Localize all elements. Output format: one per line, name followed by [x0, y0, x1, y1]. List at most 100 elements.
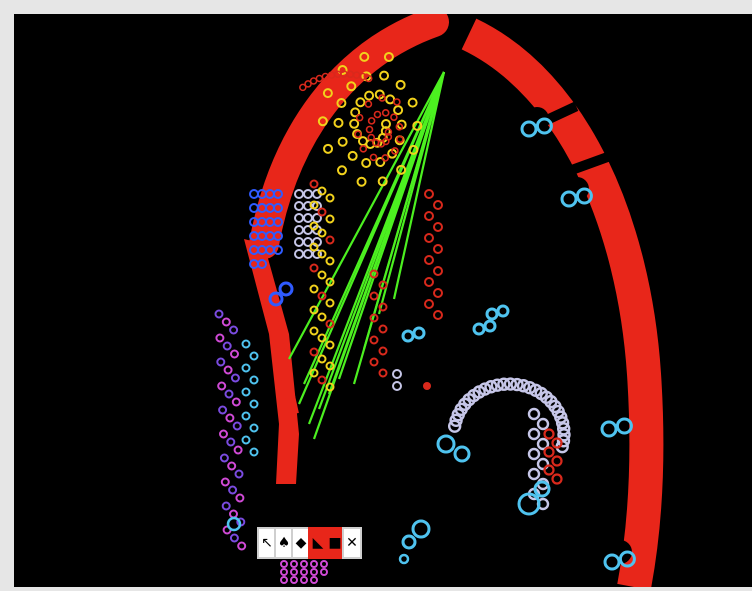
node-token	[433, 288, 443, 298]
network-visualization-canvas[interactable]	[14, 14, 752, 587]
node-token	[310, 560, 318, 568]
node-token	[365, 125, 374, 134]
cursor-icon: ↖	[261, 535, 273, 551]
node-token	[436, 434, 456, 454]
node-token	[220, 477, 230, 487]
node-token	[221, 501, 231, 511]
node-token	[310, 568, 318, 576]
node-token	[216, 357, 226, 367]
node-token	[317, 270, 327, 280]
node-token	[356, 176, 367, 187]
node-token	[280, 560, 288, 568]
node-token	[317, 312, 327, 322]
node-token	[223, 365, 233, 375]
node-token	[373, 110, 382, 119]
node-token	[433, 244, 443, 254]
half-square-icon: ◣	[312, 535, 324, 551]
node-token	[219, 429, 228, 439]
node-token	[221, 317, 231, 327]
node-token	[401, 329, 415, 343]
node-token	[393, 105, 404, 116]
node-token	[433, 310, 443, 320]
node-token	[355, 113, 364, 122]
node-token	[551, 455, 563, 467]
outer-ring-arc	[249, 14, 449, 259]
node-token	[527, 427, 541, 441]
node-token	[424, 189, 434, 199]
node-token	[379, 70, 390, 81]
node-token	[357, 136, 368, 147]
node-token	[527, 467, 541, 481]
node-token	[337, 136, 348, 147]
node-token	[378, 346, 388, 356]
node-token	[233, 445, 243, 455]
node-token	[453, 445, 471, 463]
node-token	[424, 255, 434, 265]
node-token	[392, 381, 402, 391]
node-token	[290, 576, 298, 584]
node-token	[249, 447, 259, 457]
node-token	[433, 266, 443, 276]
node-token	[215, 333, 225, 343]
node-token	[543, 464, 555, 476]
node-token	[309, 347, 319, 357]
node-token	[336, 165, 347, 176]
node-token	[294, 237, 304, 247]
node-token	[325, 256, 335, 266]
node-token	[309, 263, 319, 273]
node-token	[378, 368, 388, 378]
node-token	[237, 541, 247, 551]
node-token	[355, 97, 366, 108]
node-token	[411, 519, 431, 539]
node-token	[294, 225, 304, 235]
node-token	[303, 189, 313, 199]
node-token	[369, 335, 379, 345]
node-token	[407, 97, 418, 108]
node-token	[228, 485, 238, 495]
node-token	[309, 284, 319, 294]
node-token	[381, 109, 390, 117]
node-token	[227, 461, 237, 471]
node-token	[424, 233, 434, 243]
diamond-icon: ◆	[295, 535, 307, 551]
node-token	[390, 113, 398, 121]
node-token	[364, 100, 373, 108]
node-token	[325, 340, 335, 350]
node-token	[483, 319, 497, 333]
node-token	[398, 553, 410, 565]
node-token	[224, 389, 234, 399]
node-token	[325, 214, 335, 224]
close-tool-button[interactable]: ✕	[342, 527, 362, 559]
node-token	[396, 135, 404, 144]
node-token	[218, 405, 228, 415]
node-token	[433, 200, 443, 210]
node-token	[294, 189, 304, 199]
node-token	[333, 117, 344, 128]
node-token	[424, 299, 434, 309]
square-icon: ■	[328, 535, 342, 551]
node-token	[234, 469, 244, 479]
node-token	[222, 341, 232, 351]
node-token	[214, 309, 224, 319]
node-token	[303, 249, 313, 259]
node-token	[369, 357, 379, 367]
node-token	[385, 94, 396, 105]
visualization-display: ↖ ♠ ◆ ◣ ■ ✕	[14, 14, 752, 587]
node-token	[543, 428, 555, 440]
node-token	[229, 325, 239, 335]
node-token	[325, 193, 335, 203]
node-token	[230, 349, 239, 359]
node-token	[392, 369, 402, 379]
node-token	[300, 576, 308, 584]
node-token	[320, 568, 328, 576]
node-token	[249, 189, 259, 199]
node-token	[317, 375, 327, 385]
node-token	[294, 213, 304, 223]
node-token	[551, 473, 563, 485]
node-token	[241, 363, 251, 373]
node-token	[325, 298, 335, 308]
pick-icon: ♠	[277, 535, 291, 551]
node-token	[310, 576, 318, 584]
node-token	[424, 277, 434, 287]
node-token	[294, 249, 304, 259]
